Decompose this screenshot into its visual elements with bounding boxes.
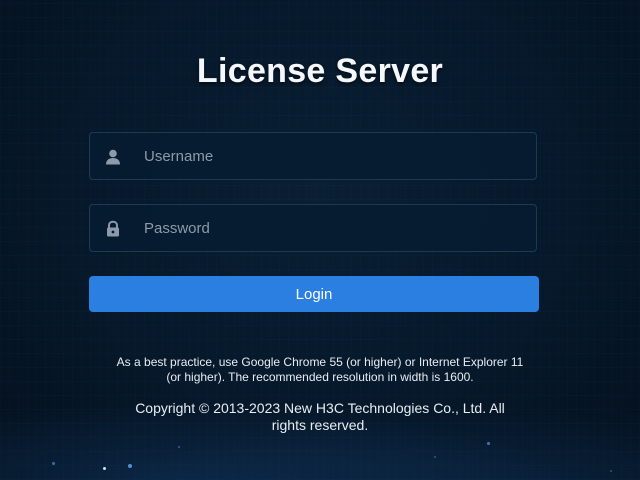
background-particle — [487, 442, 490, 445]
password-field[interactable] — [89, 204, 537, 252]
background-particle — [610, 470, 612, 472]
background-particle — [128, 464, 132, 468]
username-field[interactable] — [89, 132, 537, 180]
username-input[interactable] — [144, 133, 524, 179]
background-particle — [103, 467, 106, 470]
page-title: License Server — [196, 52, 444, 90]
browser-recommendation: As a best practice, use Google Chrome 55… — [116, 355, 524, 384]
lock-icon — [104, 220, 122, 238]
background-particle — [434, 456, 436, 458]
copyright-notice: Copyright © 2013-2023 New H3C Technologi… — [135, 400, 505, 433]
login-button[interactable]: Login — [89, 276, 539, 312]
user-icon — [104, 148, 122, 166]
password-input[interactable] — [144, 205, 524, 251]
background-particle — [52, 462, 55, 465]
background-particle — [178, 446, 180, 448]
